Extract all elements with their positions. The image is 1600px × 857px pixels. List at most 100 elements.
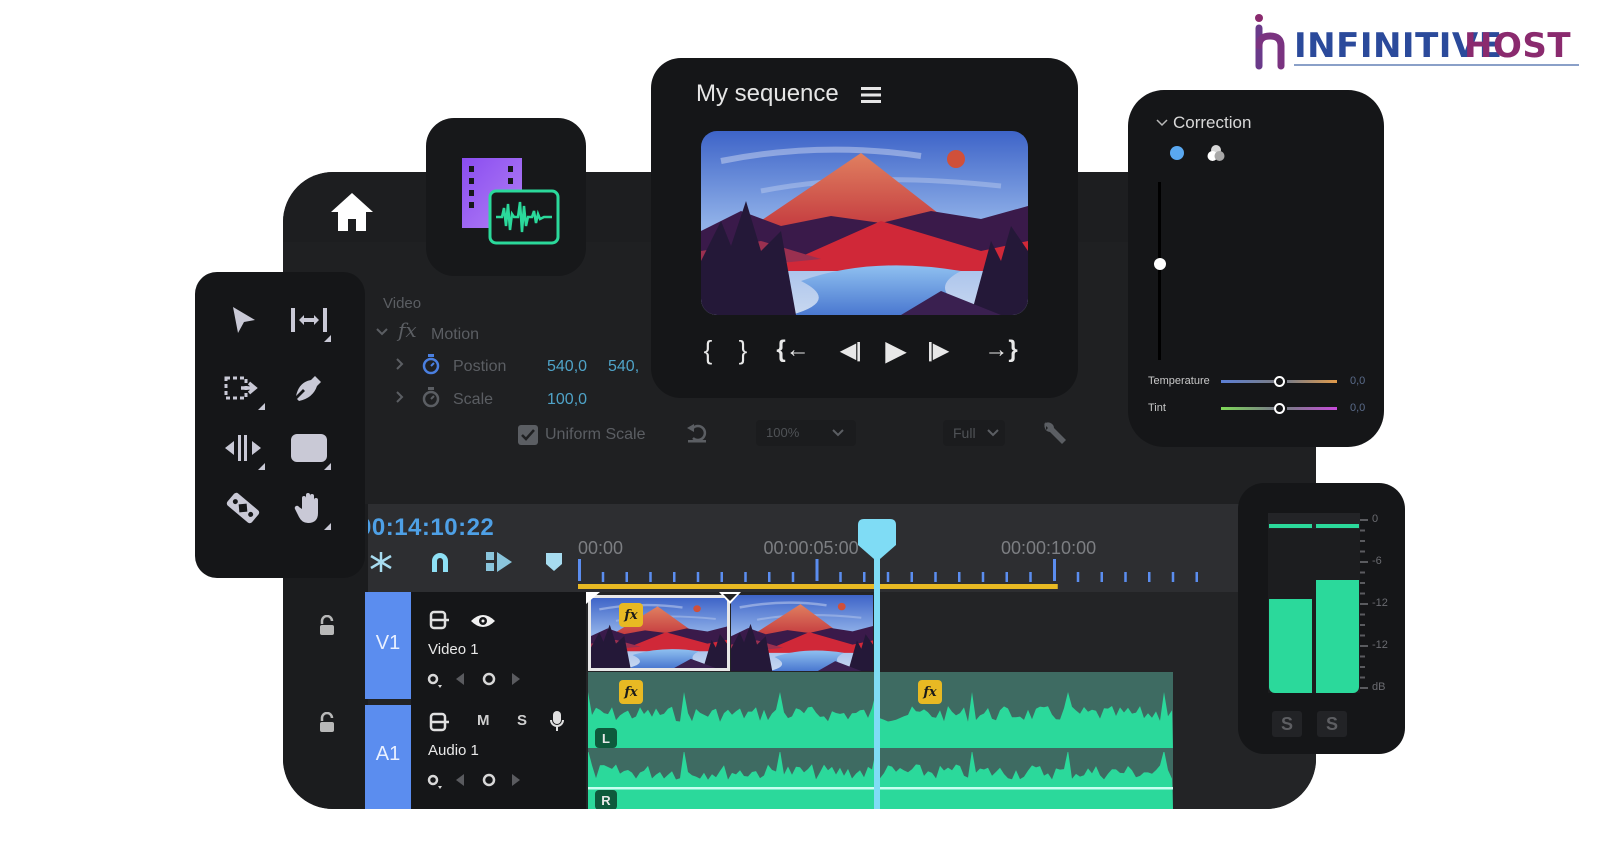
trim-in-handle[interactable]: [586, 592, 600, 604]
trim-out-handle[interactable]: [719, 592, 741, 604]
previous-keyframe-icon[interactable]: [455, 773, 465, 787]
ripple-edit-tool[interactable]: [283, 294, 335, 346]
keyframe-menu-icon[interactable]: [427, 772, 443, 790]
uniform-scale-checkbox[interactable]: [518, 425, 538, 445]
add-keyframe-icon[interactable]: [481, 671, 497, 687]
next-keyframe-icon[interactable]: [511, 773, 521, 787]
wrench-icon[interactable]: [1040, 418, 1068, 446]
work-area-bar[interactable]: [578, 584, 1058, 589]
color-wheel-mode-icon[interactable]: [1170, 146, 1184, 160]
lock-open-icon[interactable]: [318, 712, 336, 734]
chevron-right-icon[interactable]: [395, 357, 405, 371]
solo-button[interactable]: S: [517, 712, 527, 729]
ruler-tick: [768, 572, 771, 582]
home-icon[interactable]: [328, 190, 376, 234]
rectangle-tool[interactable]: [283, 422, 335, 474]
fx-badge-video[interactable]: fx: [619, 603, 643, 627]
previous-keyframe-icon[interactable]: [455, 672, 465, 686]
next-keyframe-icon[interactable]: [511, 672, 521, 686]
selection-tool[interactable]: [217, 294, 269, 346]
step-forward-button[interactable]: |▶: [921, 336, 955, 364]
playhead-handle[interactable]: [858, 519, 897, 565]
scale-value[interactable]: 100,0: [547, 391, 587, 409]
volume-rubberband[interactable]: [588, 787, 1173, 790]
solo-right-button[interactable]: S: [1317, 711, 1347, 737]
meter-level-bar: [1316, 579, 1359, 693]
meter-scale-label: -12: [1372, 639, 1388, 651]
mark-out-button[interactable]: }: [731, 335, 755, 365]
video-preview[interactable]: [701, 131, 1028, 315]
meter-peak-indicator: [1316, 523, 1359, 528]
reset-icon[interactable]: [685, 422, 709, 444]
keyframe-menu-icon[interactable]: [427, 671, 443, 689]
stopwatch-icon[interactable]: [421, 386, 441, 408]
rgb-channels-icon[interactable]: [1207, 144, 1225, 162]
channel-separator: [588, 748, 1173, 752]
microphone-icon[interactable]: [550, 710, 564, 732]
step-back-button[interactable]: ◀|: [834, 336, 868, 364]
tint-slider-left: [1221, 407, 1274, 410]
tint-slider-thumb[interactable]: [1274, 403, 1285, 414]
ruler-tick: [886, 572, 890, 582]
track-select-tool[interactable]: [217, 362, 269, 414]
pen-tool[interactable]: [283, 362, 335, 414]
temperature-slider-thumb[interactable]: [1274, 376, 1285, 387]
chevron-right-icon[interactable]: [395, 390, 405, 404]
track-id-v1: V1: [375, 632, 401, 654]
chevron-down-icon[interactable]: [1155, 118, 1169, 128]
tint-label: Tint: [1148, 402, 1166, 414]
playhead[interactable]: [874, 524, 881, 809]
eye-icon[interactable]: [470, 612, 496, 630]
audio-clip[interactable]: [588, 672, 1173, 809]
razor-tool[interactable]: [217, 482, 269, 534]
mark-in-button[interactable]: {: [696, 335, 720, 365]
chevron-down-icon[interactable]: [375, 327, 389, 337]
position-x-value[interactable]: 540,0: [547, 358, 587, 376]
ruler-tick: [601, 572, 605, 582]
chevron-down-icon: [832, 429, 844, 437]
track-target-a1[interactable]: A1: [365, 705, 411, 809]
ruler-label: 00:00:05:00: [764, 538, 859, 558]
ruler-tick: [1100, 572, 1103, 582]
ruler-label: 00:00:10:00: [1001, 538, 1096, 558]
play-button[interactable]: ▶: [879, 335, 913, 366]
toggle-sync-lock-icon[interactable]: [429, 712, 451, 732]
ruler-tick: [673, 572, 676, 582]
solo-left-button[interactable]: S: [1272, 711, 1302, 737]
slip-tool[interactable]: [217, 422, 269, 474]
brand-logo: INFINITIVE HOST: [1250, 10, 1590, 70]
waveform-channel: [588, 750, 1173, 809]
track-target-v1[interactable]: V1: [365, 592, 411, 699]
zoom-select[interactable]: 100%: [756, 420, 856, 446]
ruler-tick: [1029, 572, 1032, 582]
arrow-cursor-icon: [233, 307, 255, 333]
go-to-in-button[interactable]: {←: [773, 336, 813, 364]
vertical-slider-thumb[interactable]: [1154, 257, 1166, 270]
fx-badge-audio[interactable]: fx: [619, 680, 643, 704]
position-y-value[interactable]: 540,: [608, 358, 639, 376]
fx-badge-audio[interactable]: fx: [918, 680, 942, 704]
track-select-icon: [224, 376, 258, 400]
vertical-slider-track[interactable]: [1158, 182, 1161, 360]
hamburger-menu-icon[interactable]: [861, 86, 881, 104]
lock-open-icon[interactable]: [318, 615, 336, 637]
toggle-sync-lock-icon[interactable]: [429, 610, 451, 630]
add-keyframe-icon[interactable]: [481, 772, 497, 788]
mute-button[interactable]: M: [477, 712, 490, 729]
ruler-tick: [934, 572, 937, 582]
tint-slider[interactable]: [1221, 403, 1337, 414]
video-clip[interactable]: [731, 595, 873, 671]
ruler-tick: [1076, 572, 1080, 582]
media-panel[interactable]: [426, 118, 586, 276]
video-clip-selected[interactable]: [588, 595, 730, 671]
meter-tick: [1360, 519, 1368, 521]
ruler-label: 00:00: [578, 538, 623, 558]
go-to-out-button[interactable]: →}: [981, 336, 1021, 364]
hand-tool[interactable]: [283, 482, 335, 534]
meter-tick: [1360, 571, 1365, 574]
preview-frame: [701, 131, 1028, 315]
quality-select[interactable]: Full: [943, 420, 1005, 446]
time-ruler[interactable]: 00:00 00:00:05:00 00:00:10:00: [368, 504, 1316, 592]
temperature-slider[interactable]: [1221, 376, 1337, 387]
stopwatch-icon-active[interactable]: [421, 353, 441, 375]
